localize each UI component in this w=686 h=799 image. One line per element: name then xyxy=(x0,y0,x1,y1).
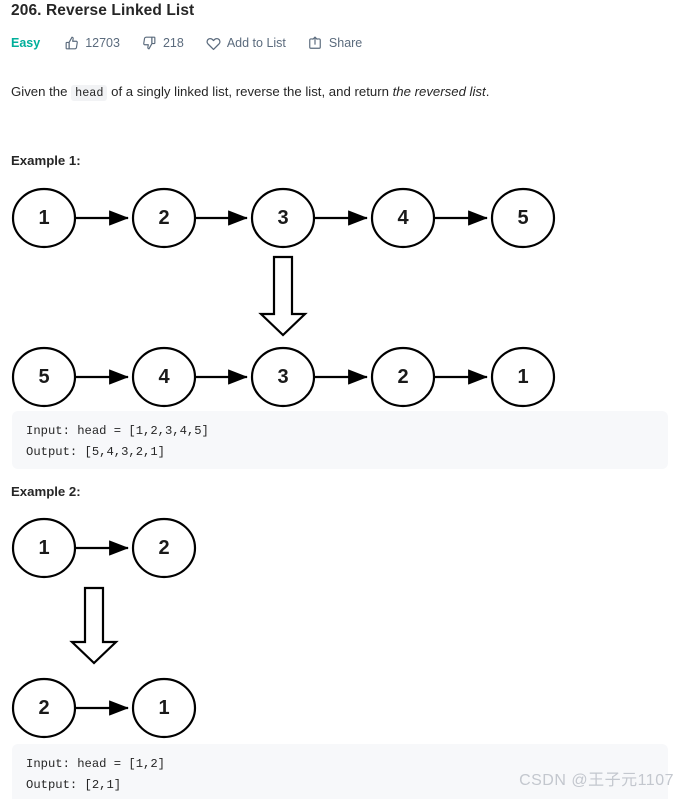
node-value-out-0: 2 xyxy=(38,697,49,719)
description-text-3: . xyxy=(485,84,490,99)
node-value-out-3: 2 xyxy=(397,366,408,388)
inline-code-head: head xyxy=(71,85,108,101)
example-2-diagram: 1 2 2 1 xyxy=(0,505,686,740)
problem-description: Given the head of a singly linked list, … xyxy=(11,82,671,103)
example-2-input-line: Input: head = [1,2] xyxy=(26,757,165,771)
node-value-in-1: 2 xyxy=(158,537,169,559)
heart-icon xyxy=(206,36,221,51)
dislikes-count: 218 xyxy=(162,36,184,50)
page-title: 206. Reverse Linked List xyxy=(11,2,195,19)
linked-list-input-row: 1 2 3 4 5 xyxy=(11,187,556,249)
description-text-2: of a singly linked list, reverse the lis… xyxy=(107,84,393,99)
node-value-out-4: 1 xyxy=(517,366,528,388)
add-to-list-label: Add to List xyxy=(226,36,286,50)
linked-list-output-row: 2 1 xyxy=(11,677,197,739)
node-value-in-3: 4 xyxy=(397,207,409,229)
node-value-out-2: 3 xyxy=(277,366,288,388)
thumbs-down-icon xyxy=(142,36,157,51)
share-label: Share xyxy=(328,36,363,50)
likes-count: 12703 xyxy=(85,36,120,50)
share-button[interactable]: Share xyxy=(308,36,362,51)
csdn-watermark: CSDN @王子元1107 xyxy=(519,772,674,789)
description-text-1: Given the xyxy=(11,84,72,99)
node-value-in-4: 5 xyxy=(517,207,528,229)
example-1-heading: Example 1: xyxy=(11,153,81,168)
add-to-list-button[interactable]: Add to List xyxy=(206,36,286,51)
node-value-in-0: 1 xyxy=(38,207,49,229)
description-emphasis: the reversed list xyxy=(392,84,486,99)
problem-meta-bar: Easy 12703 218 Add to List Share xyxy=(11,32,384,54)
down-block-arrow-icon xyxy=(69,586,119,665)
example-2-output-line: Output: [2,1] xyxy=(26,778,122,792)
down-block-arrow-icon xyxy=(258,255,308,337)
node-value-in-0: 1 xyxy=(38,537,49,559)
linked-list-input-row: 1 2 xyxy=(11,517,197,579)
example-1-output-line: Output: [5,4,3,2,1] xyxy=(26,445,165,459)
node-value-out-1: 4 xyxy=(158,366,170,388)
node-value-in-2: 3 xyxy=(277,207,288,229)
linked-list-output-row: 5 4 3 2 1 xyxy=(11,346,556,408)
node-value-in-1: 2 xyxy=(158,207,169,229)
share-icon xyxy=(308,36,323,51)
example-2-heading: Example 2: xyxy=(11,484,81,499)
node-value-out-1: 1 xyxy=(158,697,169,719)
node-value-out-0: 5 xyxy=(38,366,49,388)
likes-button[interactable]: 12703 xyxy=(64,36,120,51)
example-1-code-block: Input: head = [1,2,3,4,5] Output: [5,4,3… xyxy=(12,411,668,469)
difficulty-badge: Easy xyxy=(11,36,41,50)
thumbs-up-icon xyxy=(64,36,79,51)
example-1-input-line: Input: head = [1,2,3,4,5] xyxy=(26,424,209,438)
example-1-diagram: 1 2 3 4 5 5 4 3 2 1 xyxy=(0,178,686,408)
dislikes-button[interactable]: 218 xyxy=(142,36,184,51)
